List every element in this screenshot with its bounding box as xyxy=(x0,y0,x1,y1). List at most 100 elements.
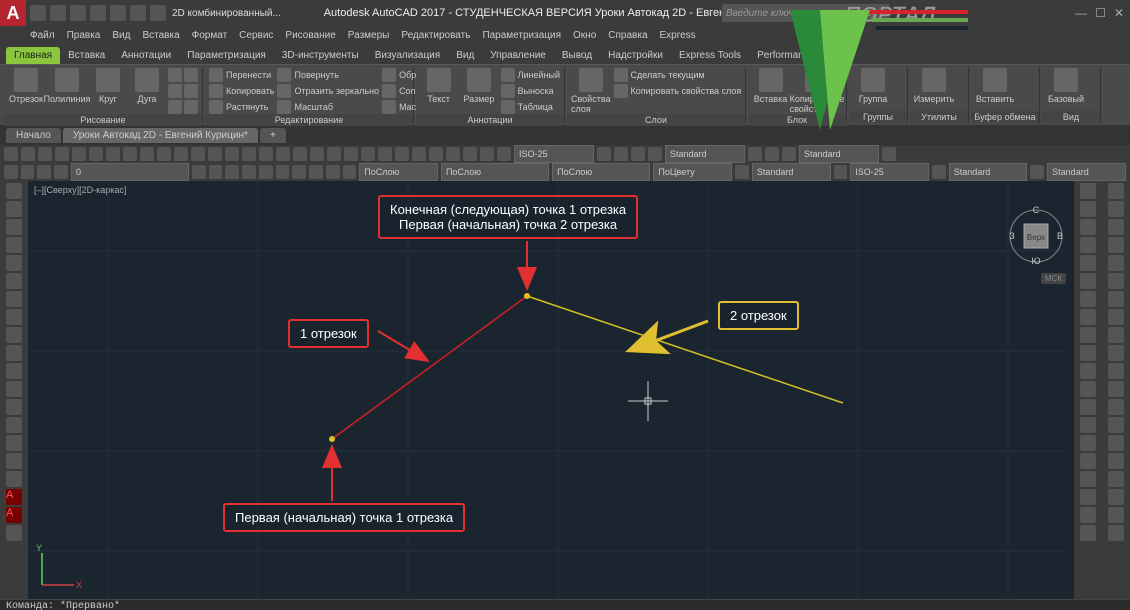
tool-icon[interactable] xyxy=(1080,381,1096,397)
tool-icon[interactable] xyxy=(1108,183,1124,199)
tool-icon[interactable] xyxy=(1080,399,1096,415)
tool-icon[interactable] xyxy=(782,147,796,161)
tool-icon[interactable] xyxy=(480,147,494,161)
rotate-button[interactable]: Повернуть xyxy=(277,68,379,82)
group-button[interactable]: Группа xyxy=(853,68,893,104)
tool-icon[interactable] xyxy=(1108,363,1124,379)
qat-save-icon[interactable] xyxy=(70,5,86,21)
tool-icon[interactable] xyxy=(21,165,35,179)
tool-icon[interactable] xyxy=(6,525,22,541)
tool-icon[interactable] xyxy=(932,165,946,179)
tool-icon[interactable] xyxy=(1108,381,1124,397)
linear-button[interactable]: Линейный xyxy=(501,68,560,82)
text-button[interactable]: Текст xyxy=(420,68,457,104)
close-button[interactable]: ✕ xyxy=(1114,6,1124,20)
tool-icon[interactable] xyxy=(6,435,22,451)
tool-icon[interactable] xyxy=(1080,201,1096,217)
tool-icon[interactable] xyxy=(648,147,662,161)
polyline-button[interactable]: Полилиния xyxy=(47,68,87,104)
layer-props-button[interactable]: Свойства слоя xyxy=(571,68,611,114)
tab-view[interactable]: Вид xyxy=(448,47,482,64)
stretch-button[interactable]: Растянуть xyxy=(209,100,274,114)
mini-icon[interactable] xyxy=(184,100,198,114)
tab-manage[interactable]: Управление xyxy=(482,47,554,64)
tool-icon[interactable] xyxy=(1080,183,1096,199)
menu-insert[interactable]: Вставка xyxy=(142,30,179,41)
tool-icon[interactable] xyxy=(1080,219,1096,235)
tool-icon[interactable]: A xyxy=(6,489,22,505)
tool-icon[interactable] xyxy=(6,453,22,469)
tool-icon[interactable] xyxy=(327,147,341,161)
tab-viz[interactable]: Визуализация xyxy=(367,47,448,64)
tool-icon[interactable] xyxy=(259,165,273,179)
tool-icon[interactable] xyxy=(497,147,511,161)
tool-icon[interactable] xyxy=(6,309,22,325)
menu-window[interactable]: Окно xyxy=(573,30,596,41)
color-dropdown[interactable]: ПоСлою xyxy=(359,163,438,181)
tab-insert[interactable]: Вставка xyxy=(60,47,113,64)
make-current-button[interactable]: Сделать текущим xyxy=(614,68,742,82)
tab-drawing[interactable]: Уроки Автокад 2D - Евгений Курицин* xyxy=(63,128,258,143)
tool-icon[interactable] xyxy=(1108,219,1124,235)
tool-icon[interactable] xyxy=(1108,399,1124,415)
tool-icon[interactable] xyxy=(1080,453,1096,469)
table-button[interactable]: Таблица xyxy=(501,100,560,114)
style-dropdown-4[interactable]: ISO-25 xyxy=(850,163,929,181)
tool-icon[interactable] xyxy=(4,147,18,161)
tool-icon[interactable] xyxy=(1108,435,1124,451)
tool-icon[interactable] xyxy=(343,165,357,179)
tool-icon[interactable] xyxy=(242,165,256,179)
tool-icon[interactable] xyxy=(37,165,51,179)
base-view-button[interactable]: Базовый xyxy=(1046,68,1086,104)
tool-icon[interactable] xyxy=(1108,345,1124,361)
tool-icon[interactable] xyxy=(6,381,22,397)
circle-button[interactable]: Круг xyxy=(90,68,126,104)
tool-icon[interactable] xyxy=(1108,417,1124,433)
tool-icon[interactable] xyxy=(309,165,323,179)
tool-icon[interactable] xyxy=(597,147,611,161)
tool-icon[interactable] xyxy=(748,147,762,161)
qat-saveas-icon[interactable] xyxy=(90,5,106,21)
coord-sys-label[interactable]: МСК xyxy=(1041,273,1066,284)
tool-icon[interactable] xyxy=(1080,237,1096,253)
tool-icon[interactable] xyxy=(276,147,290,161)
line-button[interactable]: Отрезок xyxy=(8,68,44,104)
tool-icon[interactable] xyxy=(1080,291,1096,307)
tool-icon[interactable] xyxy=(1108,525,1124,541)
arc-button[interactable]: Дуга xyxy=(129,68,165,104)
tool-icon[interactable] xyxy=(6,255,22,271)
tab-annotate[interactable]: Аннотации xyxy=(113,47,179,64)
layer-dropdown[interactable]: 0 xyxy=(71,163,189,181)
move-button[interactable]: Перенести xyxy=(209,68,274,82)
tool-icon[interactable] xyxy=(6,363,22,379)
tool-icon[interactable] xyxy=(1080,417,1096,433)
tool-icon[interactable] xyxy=(1108,201,1124,217)
mini-icon[interactable] xyxy=(168,68,182,82)
tool-icon[interactable] xyxy=(6,201,22,217)
tool-icon[interactable] xyxy=(6,183,22,199)
menu-file[interactable]: Файл xyxy=(30,30,55,41)
tool-icon[interactable] xyxy=(89,147,103,161)
menu-view[interactable]: Вид xyxy=(112,30,130,41)
qat-undo-icon[interactable] xyxy=(130,5,146,21)
tool-icon[interactable] xyxy=(1108,327,1124,343)
menu-tools[interactable]: Сервис xyxy=(239,30,273,41)
tool-icon[interactable] xyxy=(429,147,443,161)
tool-icon[interactable] xyxy=(1108,273,1124,289)
menu-dim[interactable]: Размеры xyxy=(348,30,390,41)
dimstyle-dropdown[interactable]: ISO-25 xyxy=(514,145,594,163)
menu-express[interactable]: Express xyxy=(660,30,696,41)
tool-icon[interactable] xyxy=(446,147,460,161)
tool-icon[interactable] xyxy=(326,165,340,179)
lineweight-dropdown[interactable]: ПоСлою xyxy=(552,163,650,181)
tool-icon[interactable]: A xyxy=(6,507,22,523)
tool-icon[interactable] xyxy=(395,147,409,161)
tool-icon[interactable] xyxy=(21,147,35,161)
workspace-label[interactable]: 2D комбинированный... xyxy=(172,8,281,19)
tool-icon[interactable] xyxy=(38,147,52,161)
tool-icon[interactable] xyxy=(412,147,426,161)
tool-icon[interactable] xyxy=(1080,255,1096,271)
tool-icon[interactable] xyxy=(6,273,22,289)
maximize-button[interactable]: ☐ xyxy=(1095,6,1106,20)
tool-icon[interactable] xyxy=(6,399,22,415)
